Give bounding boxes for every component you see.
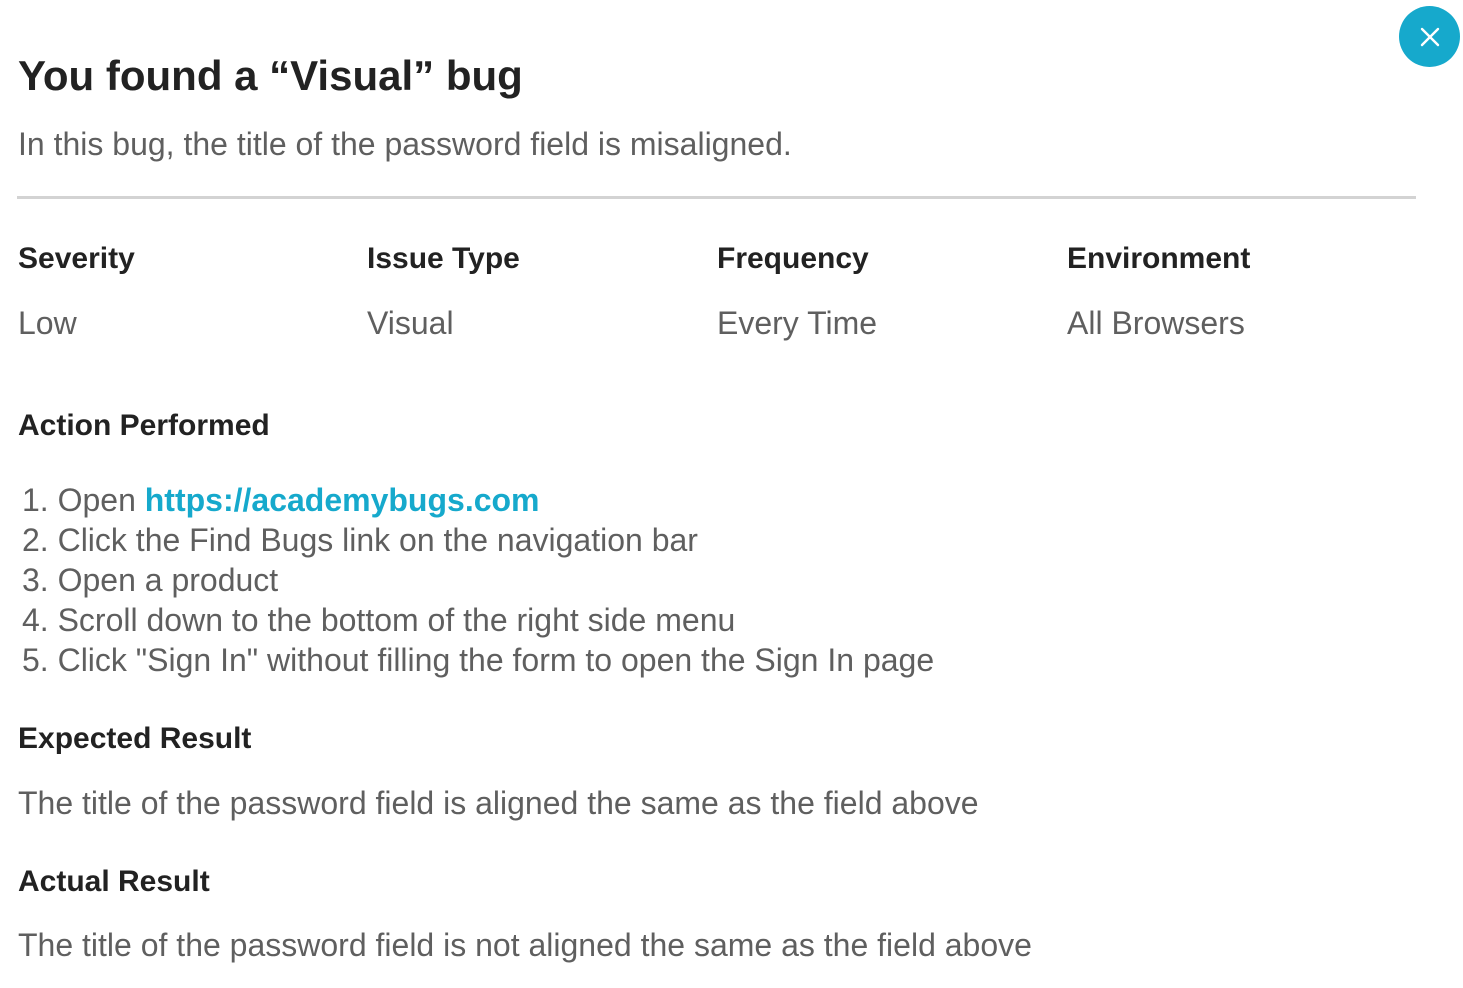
academybugs-link[interactable]: https://academybugs.com: [145, 482, 540, 518]
list-item: 4. Scroll down to the bottom of the righ…: [22, 600, 934, 640]
step-number: 2.: [22, 522, 49, 558]
actual-result-text: The title of the password field is not a…: [18, 927, 1032, 963]
step-text: Open: [57, 482, 145, 518]
list-item: 5. Click "Sign In" without filling the f…: [22, 640, 934, 680]
meta-value: Low: [18, 305, 77, 341]
meta-label: Frequency: [717, 242, 869, 275]
expected-result-text: The title of the password field is align…: [18, 785, 979, 821]
step-text: Click "Sign In" without filling the form…: [57, 642, 935, 678]
list-item: 3. Open a product: [22, 560, 934, 600]
step-text: Open a product: [57, 562, 279, 598]
step-text: Click the Find Bugs link on the navigati…: [57, 522, 698, 558]
list-item: 2. Click the Find Bugs link on the navig…: [22, 520, 934, 560]
meta-label: Severity: [18, 242, 135, 275]
meta-frequency: Frequency Every Time: [717, 240, 1057, 343]
close-button[interactable]: [1399, 6, 1460, 67]
step-number: 4.: [22, 602, 49, 638]
step-number: 1.: [22, 482, 49, 518]
meta-label: Environment: [1067, 242, 1251, 275]
meta-severity: Severity Low: [18, 240, 358, 343]
bug-details-modal: You found a “Visual” bug In this bug, th…: [0, 0, 1463, 988]
close-icon: [1420, 27, 1439, 46]
divider: [17, 196, 1416, 199]
meta-label: Issue Type: [367, 242, 520, 275]
step-text: Scroll down to the bottom of the right s…: [57, 602, 736, 638]
meta-value: All Browsers: [1067, 305, 1245, 341]
step-number: 3.: [22, 562, 49, 598]
meta-environment: Environment All Browsers: [1067, 240, 1407, 343]
modal-subtitle: In this bug, the title of the password f…: [18, 126, 792, 162]
expected-result-heading: Expected Result: [18, 722, 252, 755]
meta-value: Visual: [367, 305, 454, 341]
meta-value: Every Time: [717, 305, 878, 341]
step-number: 5.: [22, 642, 49, 678]
modal-title: You found a “Visual” bug: [18, 52, 523, 99]
actual-result-heading: Actual Result: [18, 865, 210, 898]
list-item: 1. Open https://academybugs.com: [22, 480, 934, 520]
steps-list: 1. Open https://academybugs.com 2. Click…: [22, 480, 934, 680]
meta-issue-type: Issue Type Visual: [367, 240, 707, 343]
action-performed-heading: Action Performed: [18, 409, 270, 442]
